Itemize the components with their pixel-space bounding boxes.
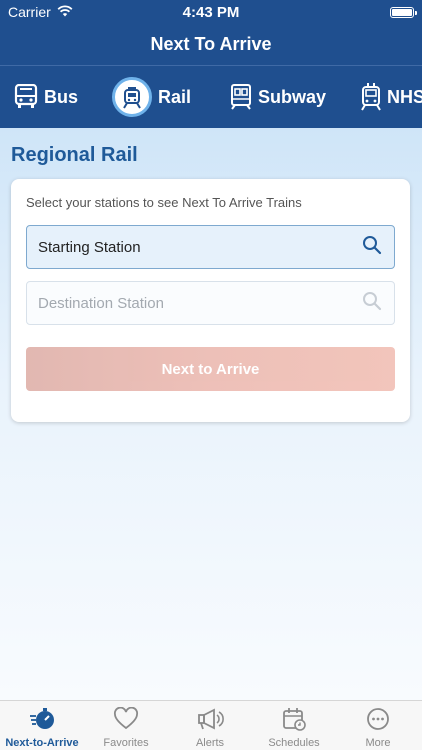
tab-label: Next-to-Arrive: [5, 737, 79, 749]
mode-nhs[interactable]: NHS: [361, 66, 422, 128]
starting-station-field[interactable]: [26, 225, 395, 269]
tab-label: More: [365, 737, 391, 749]
destination-station-field[interactable]: [26, 281, 395, 325]
starting-station-input[interactable]: [38, 238, 338, 256]
search-icon[interactable]: [362, 291, 382, 315]
tab-more[interactable]: More: [336, 701, 420, 750]
stopwatch-icon: [29, 707, 55, 734]
heart-icon: [113, 706, 139, 734]
status-bar: Carrier 4:43 PM: [0, 0, 422, 24]
train-icon: [112, 77, 152, 117]
tab-alerts[interactable]: Alerts: [168, 701, 252, 750]
calendar-icon: [281, 707, 307, 734]
station-search-card: Select your stations to see Next To Arri…: [11, 179, 410, 422]
section-title: Regional Rail: [11, 144, 138, 166]
status-time: 4:43 PM: [182, 3, 240, 21]
nav-bar: Next To Arrive: [0, 24, 422, 66]
battery-icon: [389, 6, 417, 18]
main-content: Regional Rail Select your stations to se…: [0, 128, 422, 700]
mode-subway[interactable]: Subway: [230, 66, 326, 128]
mode-bus[interactable]: Bus: [14, 66, 78, 128]
mode-label-rail: Rail: [158, 86, 192, 107]
subway-icon: [230, 84, 252, 110]
tab-label: Favorites: [103, 737, 149, 749]
mode-label-nhs: NHS: [387, 86, 422, 107]
status-left: Carrier: [8, 4, 128, 20]
instructions-text: Select your stations to see Next To Arri…: [26, 195, 302, 210]
wifi-icon: [57, 4, 73, 20]
search-icon[interactable]: [362, 235, 382, 259]
trolley-icon: [361, 83, 381, 111]
status-right: [294, 6, 417, 18]
tab-label: Schedules: [268, 737, 320, 749]
tab-label: Alerts: [195, 737, 225, 749]
tab-next-to-arrive[interactable]: Next-to-Arrive: [0, 701, 84, 750]
mode-label-bus: Bus: [44, 86, 79, 107]
transit-mode-bar[interactable]: Bus Rail Subway NHS: [0, 66, 422, 128]
tab-schedules[interactable]: Schedules: [252, 701, 336, 750]
mode-label-subway: Subway: [258, 86, 327, 107]
bus-icon: [14, 84, 38, 110]
tab-bar: Next-to-Arrive Favorites Alerts Schedule…: [0, 700, 422, 750]
tab-favorites[interactable]: Favorites: [84, 701, 168, 750]
more-icon: [365, 707, 391, 734]
page-title: Next To Arrive: [150, 34, 272, 54]
mode-rail[interactable]: Rail: [112, 66, 191, 128]
next-to-arrive-button[interactable]: Next to Arrive: [26, 347, 395, 391]
megaphone-icon: [196, 707, 224, 734]
carrier-label: Carrier: [8, 4, 51, 20]
destination-station-input[interactable]: [38, 294, 338, 312]
